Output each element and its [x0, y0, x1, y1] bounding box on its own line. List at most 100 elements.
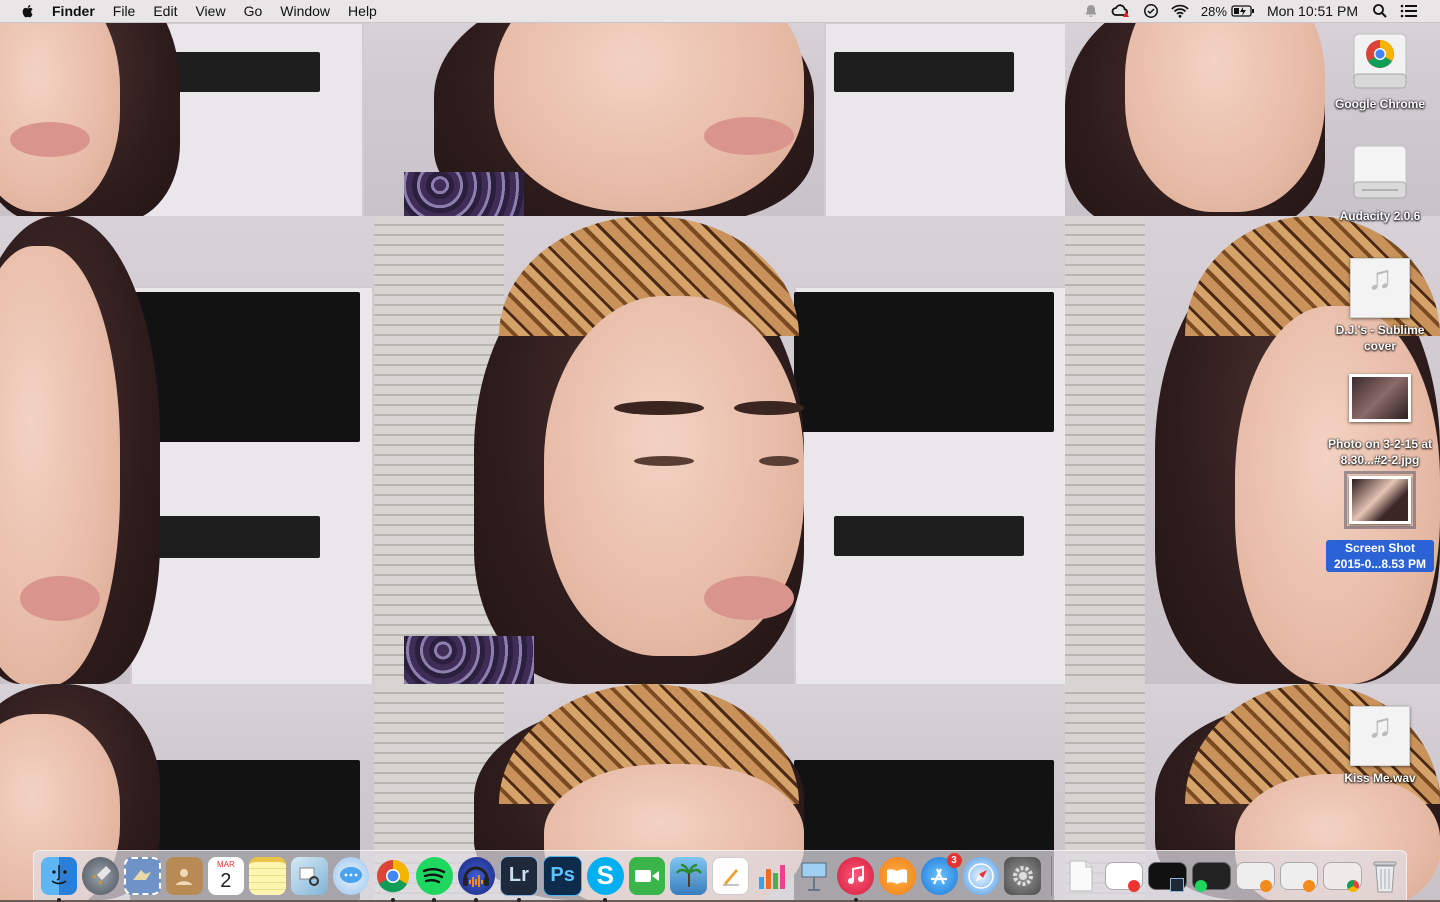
menu-view[interactable]: View: [195, 3, 225, 19]
dock-preview[interactable]: [290, 856, 328, 895]
dock-iphoto[interactable]: [670, 856, 708, 895]
desktop-icon-screen-shot[interactable]: Screen Shot 2015-0...8.53 PM: [1325, 471, 1435, 573]
dock-facetime[interactable]: [628, 856, 666, 895]
creative-cloud-icon[interactable]: [1111, 3, 1131, 19]
desktop-icon-label: Audacity 2.0.6: [1339, 209, 1421, 223]
spotlight-search-icon[interactable]: [1372, 3, 1388, 19]
dock-numbers[interactable]: [754, 857, 791, 895]
photoshop-text: Ps: [550, 864, 575, 886]
dock-audacity[interactable]: [457, 856, 495, 902]
dock-documents-stack[interactable]: [1063, 857, 1100, 895]
desktop-icon-audacity[interactable]: Audacity 2.0.6: [1325, 142, 1435, 224]
lightroom-text: Lr: [508, 864, 529, 886]
eagle-stamp-icon: [133, 869, 152, 880]
dock-messages[interactable]: [332, 856, 370, 895]
palm-tree-icon: [675, 863, 702, 887]
screenshot-thumbnail-icon: [1344, 471, 1416, 529]
dock-calendar[interactable]: MAR 2: [207, 856, 245, 895]
wallpaper-tile: [0, 216, 374, 684]
battery-charging-icon[interactable]: [1231, 3, 1255, 19]
desktop-icon-label: Screen Shot 2015-0...8.53 PM: [1326, 540, 1434, 572]
wallpaper-tile: [0, 22, 374, 216]
dock-minimized-window-4[interactable]: [1235, 861, 1275, 892]
dock-trash[interactable]: [1367, 857, 1404, 895]
desktop-icon-label: Photo on 3-2-15 at 8.30...#2-2.jpg: [1327, 437, 1432, 467]
battery-percent[interactable]: 28%: [1201, 4, 1227, 19]
dock-skype[interactable]: S: [586, 856, 624, 902]
dock-notes[interactable]: [249, 856, 286, 895]
podium-icon: [801, 862, 827, 891]
dock-photoshop[interactable]: Ps: [543, 855, 582, 896]
rocket-icon: [91, 865, 111, 885]
menu-go[interactable]: Go: [244, 3, 263, 19]
dock-minimized-window-6[interactable]: [1323, 861, 1362, 892]
blank-document-icon: [1069, 860, 1093, 891]
menu-window[interactable]: Window: [280, 3, 330, 19]
dock-mail[interactable]: [123, 856, 161, 895]
video-camera-icon: [635, 869, 660, 882]
bar-chart-icon: [759, 864, 786, 889]
desktop-icon-photo-jpg[interactable]: Photo on 3-2-15 at 8.30...#2-2.jpg: [1325, 374, 1435, 468]
menu-extras: 28% Mon 10:51 PM: [1083, 0, 1440, 22]
wifi-icon[interactable]: [1171, 3, 1189, 19]
dock-chrome[interactable]: [374, 857, 411, 902]
finder-face-icon: [51, 864, 67, 884]
dock: MAR 2 Lr Ps S 3: [33, 850, 1407, 902]
wallpaper-tile: [374, 216, 1065, 684]
dock-minimized-window-5[interactable]: [1279, 861, 1319, 892]
chrome-icon: [376, 859, 409, 892]
menu-help[interactable]: Help: [348, 3, 377, 19]
chrome-badge-icon: [1346, 879, 1359, 892]
calendar-day: 2: [220, 869, 232, 892]
notification-bell-icon[interactable]: [1083, 3, 1099, 19]
desktop-icon-label: D.J.'s - Sublime cover: [1335, 323, 1425, 353]
app-menu-finder[interactable]: Finder: [52, 3, 95, 19]
dock-launchpad[interactable]: [82, 856, 119, 895]
desktop-icon-label: Google Chrome: [1334, 97, 1425, 111]
desktop-icon-sublime-cover[interactable]: ♫ D.J.'s - Sublime cover: [1325, 258, 1435, 354]
gear-icon: [1012, 865, 1033, 886]
desktop-icon-google-chrome[interactable]: Google Chrome: [1325, 30, 1435, 112]
music-file-icon: ♫: [1350, 258, 1410, 318]
dock-contacts[interactable]: [165, 856, 203, 895]
trash-icon: [1373, 861, 1397, 892]
desktop-icon-kiss-me-wav[interactable]: ♫ Kiss Me.wav: [1325, 706, 1435, 786]
compass-icon: [968, 862, 994, 889]
music-note-icon: [847, 865, 864, 884]
dock-ibooks[interactable]: [879, 856, 916, 895]
menu-file[interactable]: File: [113, 3, 136, 19]
speech-bubble-icon: [340, 866, 363, 883]
menubar-clock[interactable]: Mon 10:51 PM: [1267, 3, 1358, 19]
dock-minimized-window-3[interactable]: [1192, 861, 1231, 892]
dock-pages[interactable]: [712, 856, 749, 895]
dock-minimized-window-2[interactable]: [1148, 861, 1188, 892]
audacity-badge-icon: [1303, 879, 1316, 892]
hard-drive-chrome-icon: [1353, 33, 1407, 89]
app-store-a-icon: [931, 868, 948, 884]
checkmark-circle-icon[interactable]: [1143, 3, 1159, 19]
dock-system-preferences[interactable]: [1004, 856, 1041, 895]
dock-finder[interactable]: [40, 856, 78, 902]
menu-bar: Finder File Edit View Go Window Help 28%…: [0, 0, 1440, 23]
headphones-waveform-icon: [463, 866, 490, 887]
dock-itunes[interactable]: [837, 856, 875, 902]
music-file-icon: ♫: [1350, 706, 1410, 766]
dock-minimized-window-1[interactable]: [1104, 861, 1144, 892]
dock-safari[interactable]: [962, 856, 1000, 895]
dock-lightroom[interactable]: Lr: [499, 855, 539, 902]
menu-edit[interactable]: Edit: [153, 3, 177, 19]
spotify-waves-icon: [423, 867, 446, 883]
apple-menu-icon[interactable]: [20, 3, 36, 19]
preview-photos-icon: [299, 867, 320, 886]
lightroom-badge-icon: [1170, 877, 1185, 892]
audacity-badge-icon: [1259, 879, 1272, 892]
dock-app-store[interactable]: 3: [920, 852, 962, 895]
open-book-icon: [887, 868, 908, 884]
dock-spotify[interactable]: [416, 856, 453, 902]
notification-center-icon[interactable]: [1400, 3, 1418, 19]
app-store-badge: 3: [946, 852, 962, 868]
desktop-wallpaper: [0, 22, 1440, 900]
skype-text: S: [596, 860, 614, 890]
hard-drive-icon: [1353, 145, 1407, 199]
dock-keynote[interactable]: [796, 857, 833, 895]
